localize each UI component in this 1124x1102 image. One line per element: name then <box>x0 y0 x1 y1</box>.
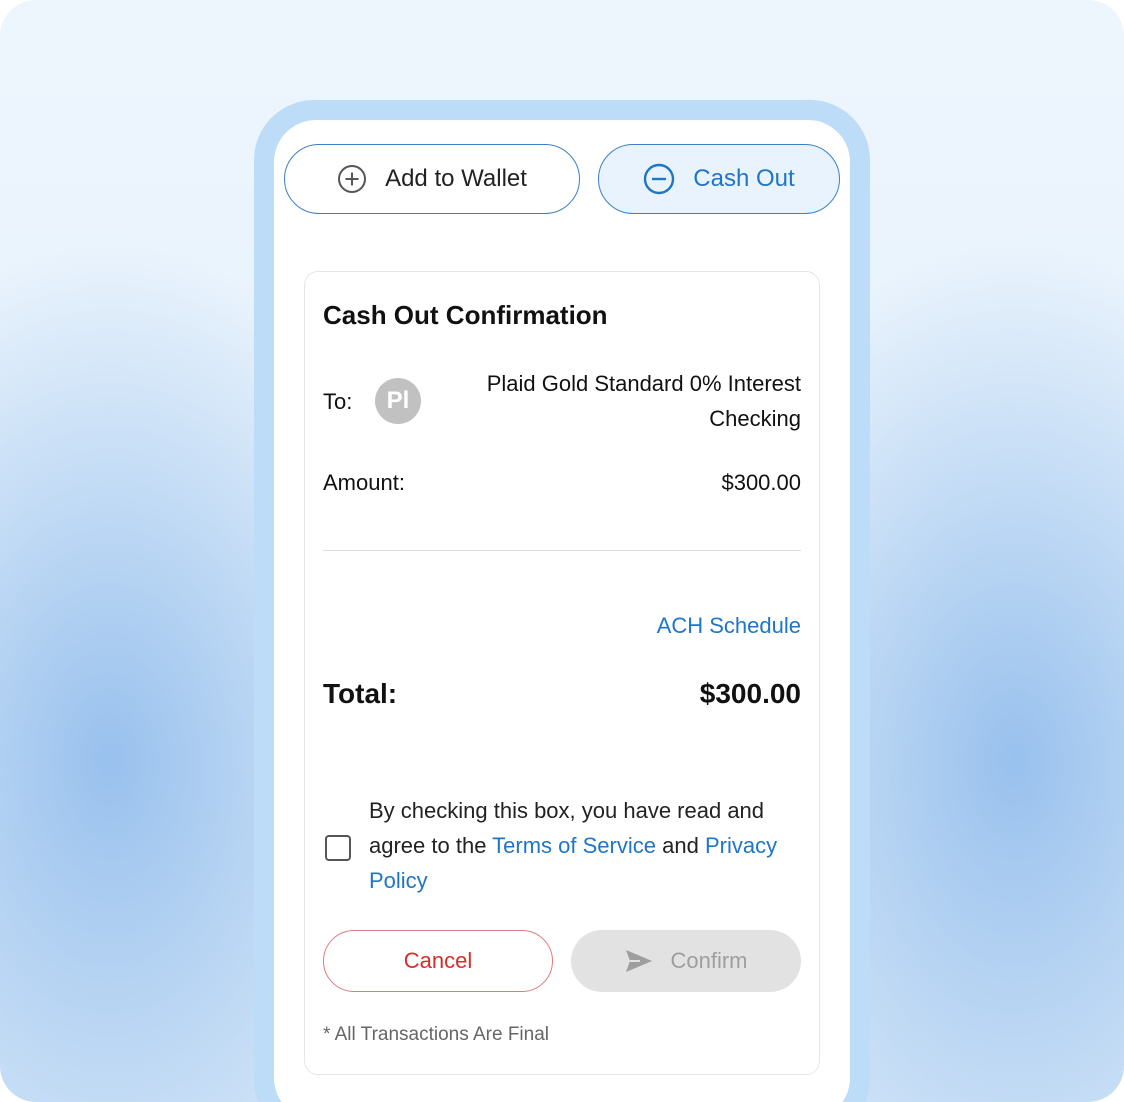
terms-of-service-link[interactable]: Terms of Service <box>492 833 656 858</box>
plus-circle-icon <box>337 164 367 194</box>
card-title: Cash Out Confirmation <box>323 300 608 330</box>
to-label: To: <box>323 389 353 414</box>
consent-checkbox[interactable] <box>325 835 351 861</box>
consent-text-mid: and <box>662 833 699 858</box>
add-to-wallet-label: Add to Wallet <box>385 165 527 192</box>
phone-screen: Add to Wallet Cash Out Cash Out Confirma… <box>274 120 850 1102</box>
transactions-final-note: * All Transactions Are Final <box>323 1024 549 1045</box>
total-label: Total: <box>323 678 398 709</box>
cash-out-confirmation-card: Cash Out Confirmation To: Pl Plaid Gold … <box>304 271 820 1075</box>
cash-out-label: Cash Out <box>693 165 795 192</box>
add-to-wallet-tab[interactable]: Add to Wallet <box>284 144 580 214</box>
confirm-button[interactable]: Confirm <box>571 930 801 992</box>
cancel-button[interactable]: Cancel <box>323 930 553 992</box>
account-avatar: Pl <box>375 378 421 424</box>
ach-schedule-link[interactable]: ACH Schedule <box>657 613 801 639</box>
destination-account: Plaid Gold Standard 0% Interest Checking <box>486 371 801 431</box>
divider <box>323 550 801 551</box>
amount-value: $300.00 <box>721 470 801 495</box>
confirm-button-label: Confirm <box>670 948 748 973</box>
consent-text: By checking this box, you have read and … <box>369 793 789 898</box>
send-icon <box>624 948 654 974</box>
phone-frame: Add to Wallet Cash Out Cash Out Confirma… <box>254 100 870 1102</box>
cancel-button-label: Cancel <box>403 948 473 973</box>
total-value: $300.00 <box>699 678 801 709</box>
amount-label: Amount: <box>323 470 405 495</box>
cash-out-tab[interactable]: Cash Out <box>598 144 840 214</box>
minus-circle-icon <box>643 163 675 195</box>
background: Add to Wallet Cash Out Cash Out Confirma… <box>0 0 1124 1102</box>
